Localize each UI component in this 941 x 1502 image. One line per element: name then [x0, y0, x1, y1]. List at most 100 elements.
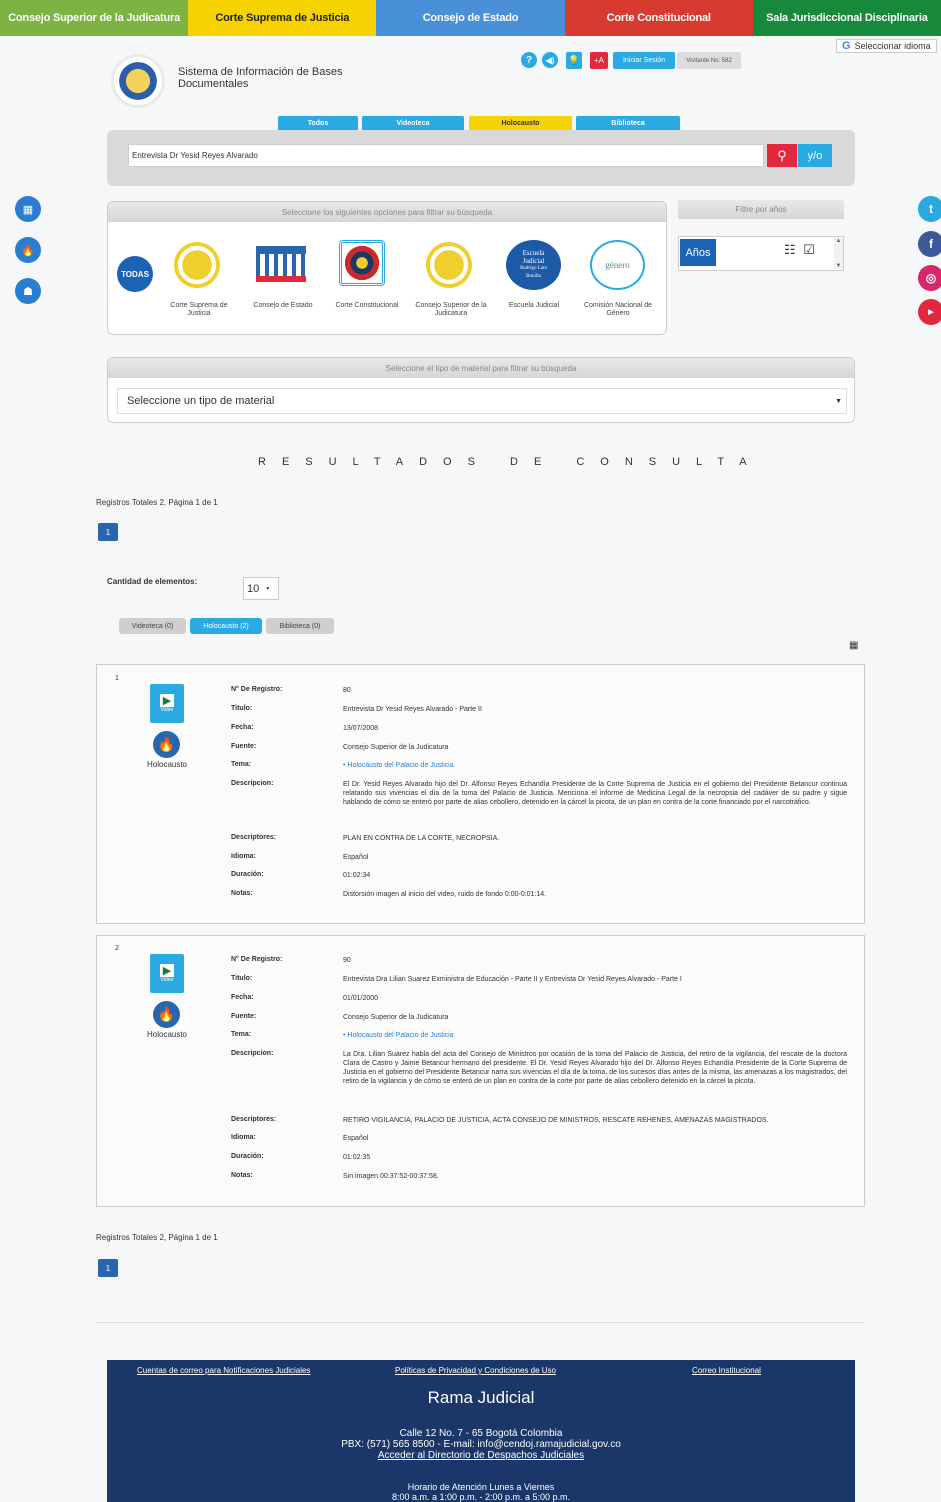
footer-link-correo[interactable]: Correo Institucional [692, 1366, 761, 1375]
help-icon[interactable]: ? [521, 52, 537, 68]
label-descriptores: Descriptores: [231, 834, 277, 841]
topbar-corte-suprema[interactable]: Corte Suprema de Justicia [188, 0, 377, 36]
holocausto-side-icon[interactable]: 🔥 [15, 237, 41, 263]
footer-contact-block: Calle 12 No. 7 - 65 Bogotá Colombia PBX:… [107, 1428, 855, 1461]
topbar-consejo-superior[interactable]: Consejo Superior de la Judicatura [0, 0, 189, 36]
search-button[interactable]: ⚲ [767, 144, 797, 167]
category-label: Holocausto [146, 760, 188, 769]
videoteca-side-icon[interactable]: ▦ [15, 196, 41, 222]
label-titulo: Titulo: [231, 975, 253, 982]
escuela-logo-line2: Judicial [522, 257, 545, 265]
label-registro: N° De Registro: [231, 956, 283, 963]
label-duracion: Duración: [231, 1153, 264, 1160]
value-fecha: 13/07/2008 [343, 725, 379, 732]
system-title: Sistema de Información de Bases Document… [178, 66, 378, 90]
footer-link-notificaciones[interactable]: Cuentas de correo para Notificaciones Ju… [137, 1366, 310, 1375]
value-duracion: 01:02:35 [343, 1154, 371, 1161]
biblioteca-side-icon[interactable]: ☗ [15, 278, 41, 304]
search-icon: ⚲ [777, 147, 787, 163]
footer-link-privacidad[interactable]: Políticas de Privacidad y Condiciones de… [395, 1366, 556, 1375]
checklist-icon[interactable]: ☷ ☑ [784, 242, 817, 258]
language-selector[interactable]: G Seleccionar idioma [836, 39, 937, 53]
years-button[interactable]: Años [680, 239, 716, 266]
footer-hours: Horario de Atención Lunes a Viernes 8:00… [107, 1482, 855, 1502]
filter-all-button[interactable]: TODAS [117, 256, 153, 292]
tab-todos[interactable]: Todos [278, 116, 358, 130]
label-descriptores: Descriptores: [231, 1116, 277, 1123]
filter-consejo-estado[interactable]: Consejo de Estado [244, 302, 322, 310]
pagination-page-1-bottom[interactable]: 1 [98, 1259, 118, 1277]
comision-genero-logo[interactable]: género [590, 240, 645, 290]
login-button[interactable]: Iniciar Sesión [613, 52, 675, 69]
material-type-select[interactable]: Seleccione un tipo de material ▼ [117, 388, 847, 414]
tab-holocausto[interactable]: Holocausto [469, 116, 572, 130]
quantity-label: Cantidad de elementos: [107, 577, 198, 586]
filter-corte-suprema[interactable]: Corte Suprema de Justicia [160, 302, 238, 318]
type-tab-biblioteca[interactable]: Biblioteca (0) [266, 618, 334, 634]
andor-button[interactable]: y/o [798, 144, 832, 167]
consejo-estado-logo[interactable] [256, 246, 306, 282]
video-thumbnail[interactable]: ▶ Video [150, 954, 184, 993]
value-idioma: Español [343, 1135, 369, 1142]
youtube-icon[interactable]: ▶ [918, 299, 941, 325]
value-duracion: 01:02:34 [343, 872, 371, 879]
label-descripcion: Descripcion: [231, 780, 274, 787]
pagination-page-1-top[interactable]: 1 [98, 523, 118, 541]
topbar-sala-disciplinaria[interactable]: Sala Jurisdiccional Disciplinaria [752, 0, 941, 36]
consejo-superior-logo[interactable] [426, 242, 472, 288]
escuela-judicial-logo[interactable]: Escuela Judicial Rodrigo Lara Bonilla [506, 240, 561, 290]
value-tema-link[interactable]: • Holocausto del Palacio de Justicia [343, 761, 847, 770]
label-fecha: Fecha: [231, 724, 254, 731]
dropdown-arrow-icon: ▼ [835, 397, 842, 405]
instagram-icon[interactable]: ◎ [918, 265, 941, 291]
label-registro: N° De Registro: [231, 686, 283, 693]
results-summary-bottom: Registros Totales 2, Página 1 de 1 [96, 1233, 218, 1242]
label-tema: Tema: [231, 761, 252, 768]
tab-videoteca[interactable]: Videoteca [362, 116, 464, 130]
footer-address: Calle 12 No. 7 - 65 Bogotá Colombia [399, 1428, 563, 1439]
label-idioma: Idioma: [231, 853, 256, 860]
filter-corte-constitucional[interactable]: Corte Constitucional [328, 302, 406, 310]
grid-view-icon[interactable]: ▦ [849, 640, 858, 651]
filter-comision-genero[interactable]: Comisión Nacional de Género [578, 302, 658, 318]
font-size-button[interactable]: +A [590, 52, 608, 69]
topbar-corte-constitucional[interactable]: Corte Constitucional [564, 0, 753, 36]
value-notas: Distorsión imagen al inicio del video, r… [343, 891, 547, 898]
lightbulb-icon[interactable]: 💡 [566, 52, 582, 69]
search-input[interactable]: Entrevista Dr Yesid Reyes Alvarado [128, 144, 764, 167]
type-tab-holocausto[interactable]: Holocausto (2) [190, 618, 262, 634]
escuela-logo-line3: Rodrigo Lara [520, 266, 547, 271]
value-registro: 90 [343, 957, 351, 964]
label-descripcion: Descripcion: [231, 1050, 274, 1057]
label-notas: Notas: [231, 890, 253, 897]
divider [96, 1322, 865, 1323]
audio-icon[interactable]: ◀) [542, 52, 558, 68]
label-titulo: Titulo: [231, 705, 253, 712]
twitter-icon[interactable]: t [918, 196, 941, 222]
quantity-select[interactable]: 10 ▼ [243, 577, 279, 600]
category-label: Holocausto [146, 1030, 188, 1039]
facebook-icon[interactable]: f [918, 231, 941, 257]
google-icon: G [842, 40, 851, 52]
label-duracion: Duración: [231, 871, 264, 878]
filter-escuela-judicial[interactable]: Escuela Judicial [497, 302, 571, 310]
chevron-down-icon: ▼ [835, 263, 842, 269]
type-tab-videoteca[interactable]: Videoteca (0) [119, 618, 186, 634]
corte-suprema-logo[interactable] [174, 242, 220, 288]
results-summary-top: Registros Totales 2, Página 1 de 1 [96, 498, 218, 507]
filter-consejo-superior[interactable]: Consejo Superior de la Judicatura [412, 302, 490, 318]
years-scrollbar[interactable]: ▲ ▼ [834, 238, 843, 269]
material-filter-heading: Seleccione el tipo de material para filt… [108, 358, 854, 378]
footer-directory-link[interactable]: Acceder al Directorio de Despachos Judic… [107, 1450, 855, 1461]
value-tema-link[interactable]: • Holocausto del Palacio de Justicia [343, 1031, 847, 1040]
footer-contact: PBX: (571) 565 8500 - E-mail: info@cendo… [341, 1439, 621, 1450]
value-idioma: Español [343, 854, 369, 861]
corte-constitucional-logo[interactable] [339, 240, 385, 286]
value-descripcion: La Dra. Lilian Suárez habla del acta del… [343, 1051, 847, 1085]
play-icon: ▶ [159, 964, 175, 977]
value-fuente: Consejo Superior de la Judicatura [343, 744, 449, 751]
footer-org-name: Rama Judicial [427, 1388, 535, 1407]
video-thumbnail[interactable]: ▶ Video [150, 684, 184, 723]
topbar-consejo-estado[interactable]: Consejo de Estado [376, 0, 565, 36]
tab-biblioteca[interactable]: Biblioteca [576, 116, 680, 130]
